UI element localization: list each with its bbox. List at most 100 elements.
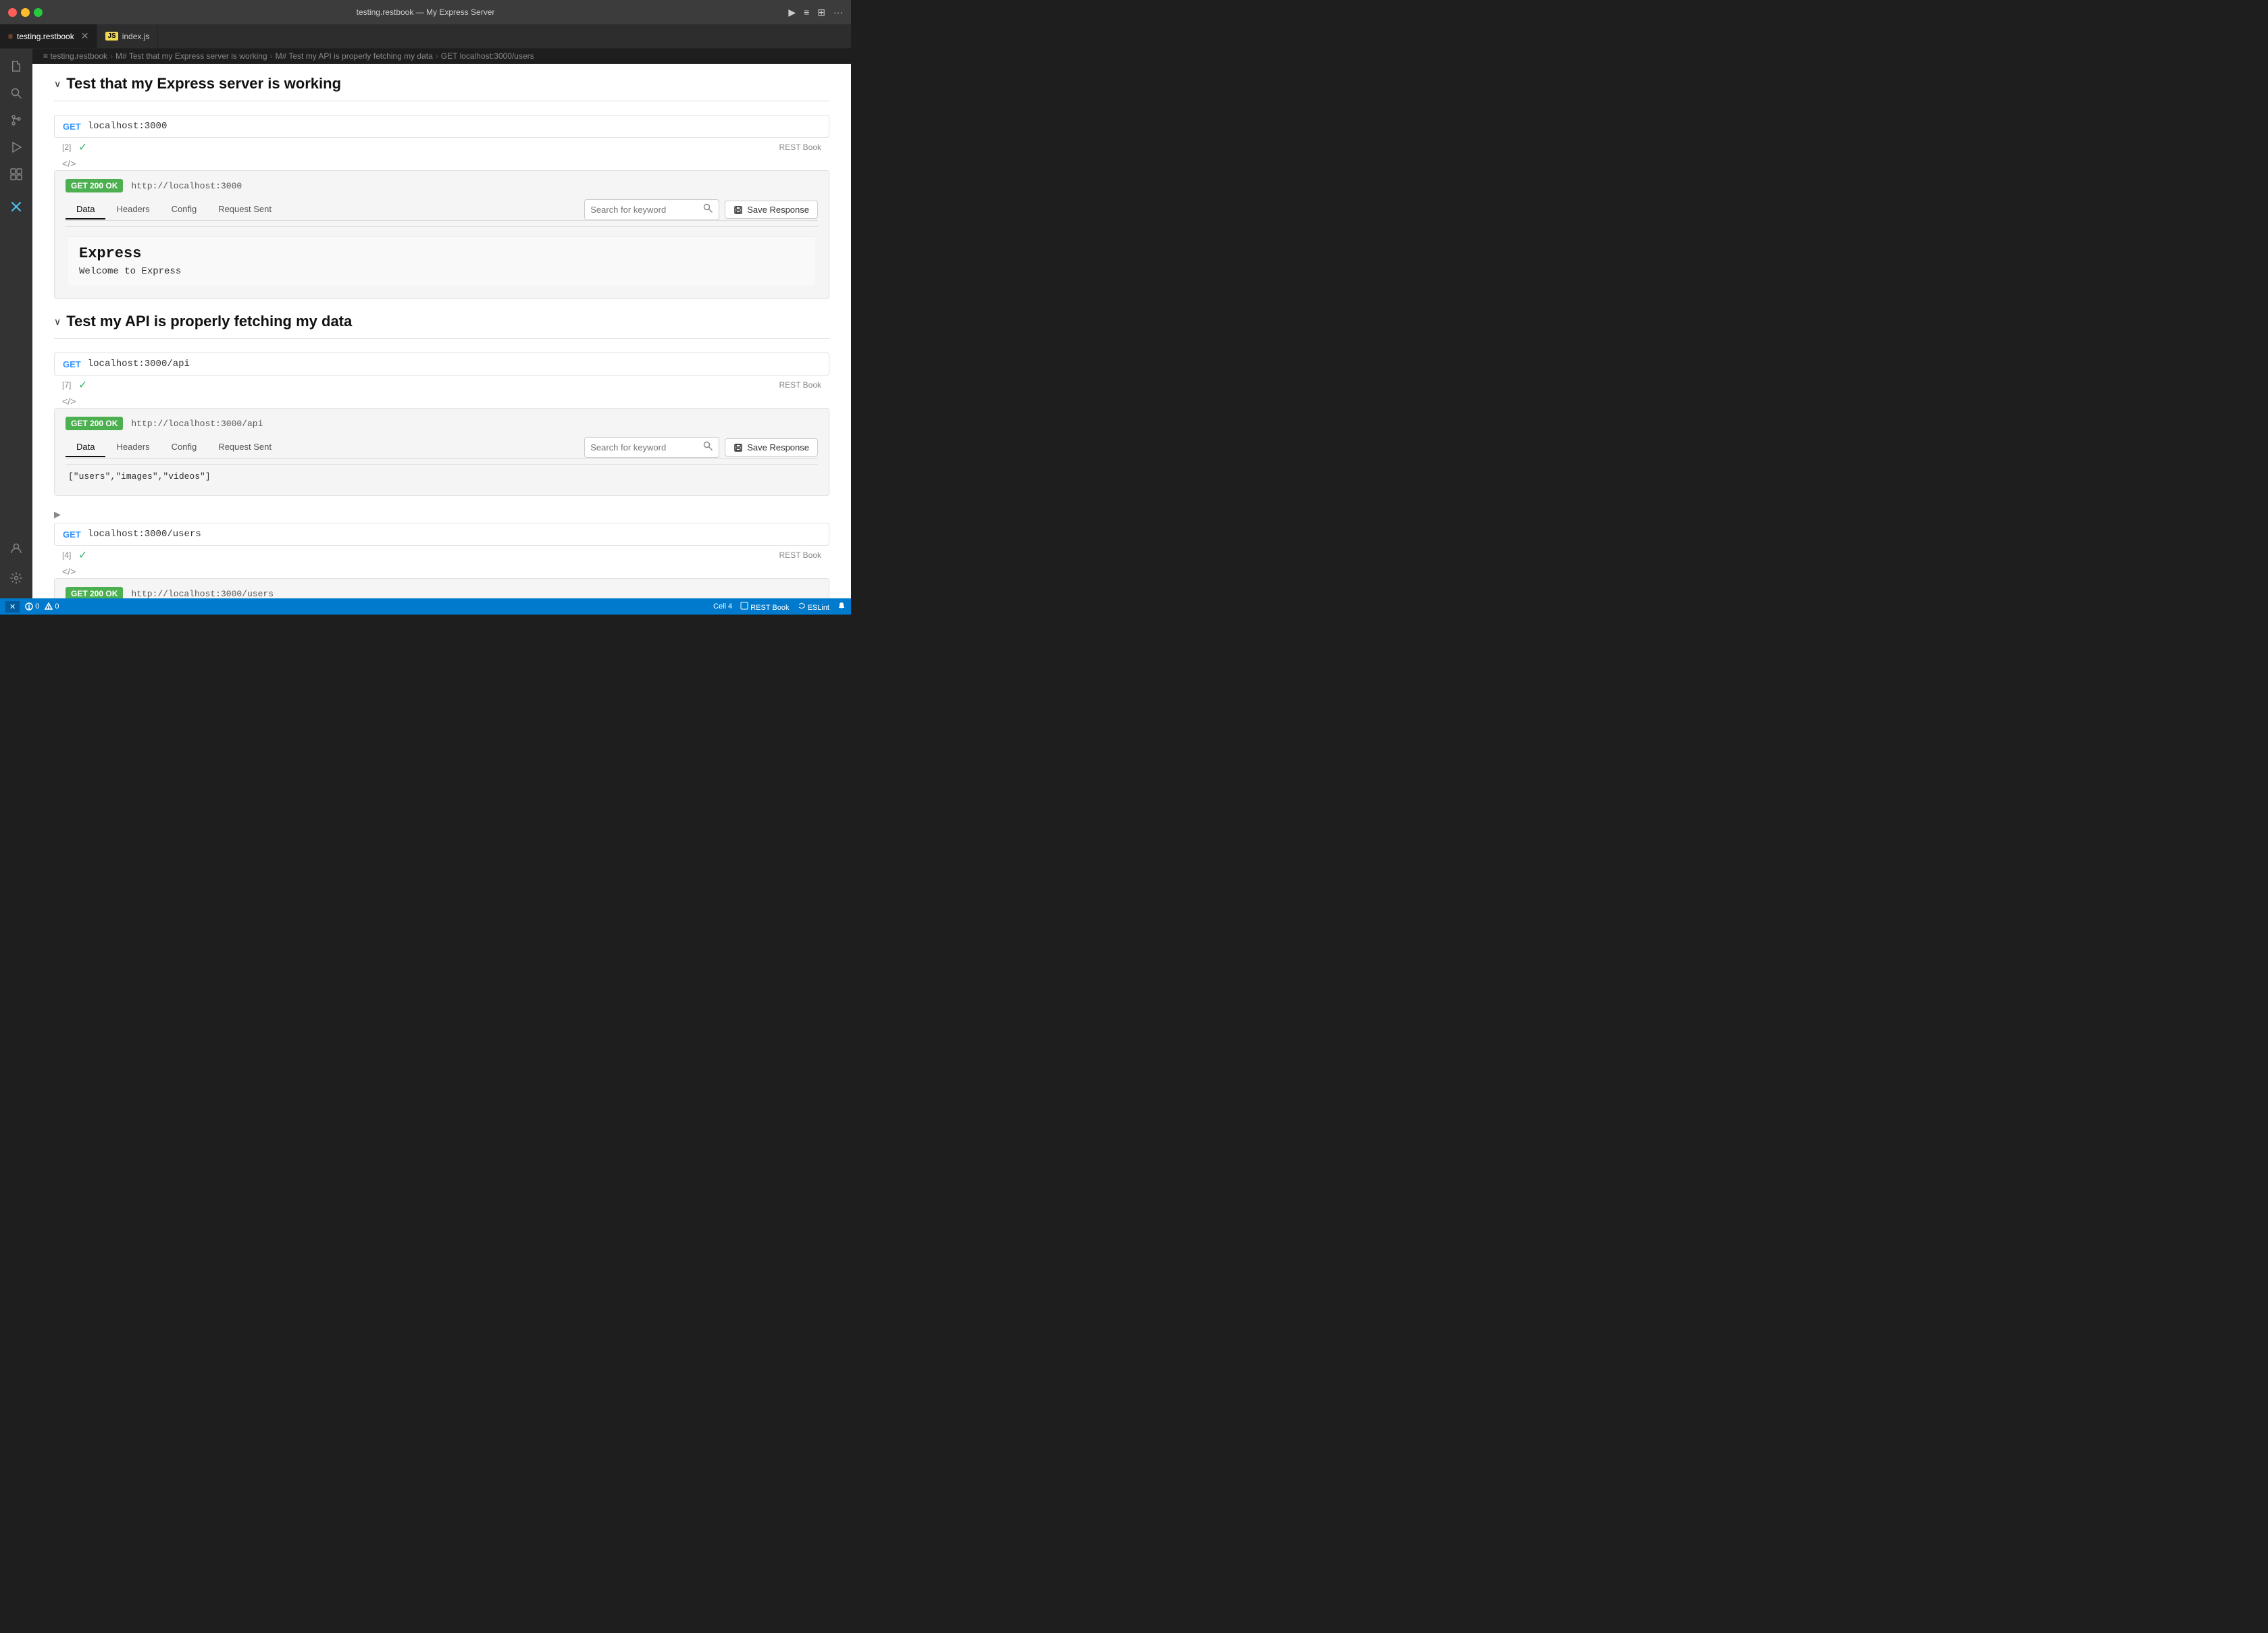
line-row-3: [4] ✓ REST Book <box>54 546 829 565</box>
express-title: Express <box>79 245 804 262</box>
status-warnings[interactable]: 0 <box>45 602 59 611</box>
minimize-button[interactable] <box>21 8 30 17</box>
activity-debug[interactable] <box>4 135 28 159</box>
response-status-row-2: GET 200 OK http://localhost:3000/api <box>66 417 818 430</box>
response-status-row-1: GET 200 OK http://localhost:3000 <box>66 179 818 192</box>
save-response-btn-1[interactable]: Save Response <box>725 201 818 219</box>
status-eslint[interactable]: ESLint <box>798 602 829 612</box>
close-button[interactable] <box>8 8 17 17</box>
activity-git[interactable] <box>4 108 28 132</box>
activity-bar <box>0 49 32 598</box>
breadcrumb-item-1[interactable]: ≡ testing.restbook <box>43 51 107 61</box>
tab-restbook-close[interactable]: ✕ <box>81 30 89 42</box>
activity-account[interactable] <box>4 536 28 561</box>
method-badge-2: GET <box>63 359 81 369</box>
method-badge-3: GET <box>63 529 81 540</box>
line-row-2: [7] ✓ REST Book <box>54 375 829 394</box>
request-url-3: localhost:3000/users <box>88 529 201 540</box>
section2-chevron[interactable]: ∨ <box>54 316 61 328</box>
activity-search[interactable] <box>4 81 28 105</box>
breadcrumb-item-2[interactable]: M# Test that my Express server is workin… <box>115 51 267 61</box>
response-tab-headers-1[interactable]: Headers <box>105 200 160 219</box>
warning-count: 0 <box>55 602 59 611</box>
tabs-bar: ≡ testing.restbook ✕ JS index.js <box>0 24 851 49</box>
activity-extensions[interactable] <box>4 162 28 186</box>
response-tab-data-2[interactable]: Data <box>66 438 105 457</box>
status-bell[interactable] <box>837 602 846 612</box>
response-tab-config-2[interactable]: Config <box>161 438 208 457</box>
response-data-text-2: ["users","images","videos"] <box>68 471 211 482</box>
play-btn-3[interactable]: ▶ <box>54 509 61 520</box>
section1-chevron[interactable]: ∨ <box>54 78 61 90</box>
status-restbook-label[interactable]: REST Book <box>740 602 789 612</box>
activity-bar-bottom <box>4 536 28 598</box>
response-tabs-1: Data Headers Config Request Sent <box>66 200 282 219</box>
response-tab-request-1[interactable]: Request Sent <box>207 200 282 219</box>
request-line-3: GET localhost:3000/users <box>54 523 829 546</box>
tab-index[interactable]: JS index.js <box>97 24 158 48</box>
window-title: testing.restbook — My Express Server <box>357 7 495 17</box>
status-check-3: ✓ <box>78 548 87 562</box>
line-row-1: [2] ✓ REST Book <box>54 138 829 157</box>
code-icon-1: </> <box>62 158 76 169</box>
status-check-2: ✓ <box>78 378 87 392</box>
search-btn-2[interactable] <box>702 440 713 455</box>
response-tab-request-2[interactable]: Request Sent <box>207 438 282 457</box>
status-ok-3: GET 200 OK <box>66 587 123 598</box>
js-tab-icon: JS <box>105 32 118 41</box>
code-icon-2: </> <box>62 396 76 407</box>
request-block-1: GET localhost:3000 [2] ✓ REST Book </> G… <box>54 115 829 299</box>
response-tabs-2: Data Headers Config Request Sent <box>66 438 282 457</box>
status-ok-1: GET 200 OK <box>66 179 123 192</box>
status-restbook-icon[interactable]: ✕ <box>5 601 20 613</box>
status-errors[interactable]: 0 <box>25 602 39 611</box>
run-icon[interactable]: ▶ <box>788 7 796 18</box>
status-cell[interactable]: Cell 4 <box>713 602 732 611</box>
status-ok-2: GET 200 OK <box>66 417 123 430</box>
tab-restbook[interactable]: ≡ testing.restbook ✕ <box>0 24 97 48</box>
tabs-search-row-2: Data Headers Config Request Sent <box>66 437 818 459</box>
list-icon[interactable]: ≡ <box>804 7 809 18</box>
code-icon-row-1: </> <box>54 157 829 170</box>
save-response-btn-2[interactable]: Save Response <box>725 438 818 457</box>
line-number-3: [4] <box>62 550 78 560</box>
search-input-2[interactable] <box>590 442 698 452</box>
response-data-1: Express Welcome to Express <box>66 226 818 290</box>
search-save-row-1: Save Response <box>584 199 818 220</box>
layout-icon[interactable]: ⊞ <box>817 7 825 18</box>
response-tab-data-1[interactable]: Data <box>66 200 105 219</box>
response-status-row-3: GET 200 OK http://localhost:3000/users <box>66 587 818 598</box>
title-bar-actions: ▶ ≡ ⊞ ··· <box>788 7 851 18</box>
more-icon[interactable]: ··· <box>833 7 843 18</box>
activity-restbook[interactable] <box>4 195 28 219</box>
request-line-2: GET localhost:3000/api <box>54 353 829 375</box>
maximize-button[interactable] <box>34 8 43 17</box>
activity-files[interactable] <box>4 54 28 78</box>
rest-book-label-1: REST Book <box>779 142 821 152</box>
search-wrapper-1 <box>584 199 719 220</box>
activity-settings[interactable] <box>4 566 28 590</box>
title-bar: testing.restbook — My Express Server ▶ ≡… <box>0 0 851 24</box>
breadcrumb: ≡ testing.restbook › M# Test that my Exp… <box>32 49 851 64</box>
express-welcome: Welcome to Express <box>79 266 804 277</box>
section1-title: Test that my Express server is working <box>66 75 341 93</box>
restbook-tab-icon: ≡ <box>8 32 13 41</box>
response-tab-config-1[interactable]: Config <box>161 200 208 219</box>
error-count: 0 <box>35 602 39 611</box>
status-left: ✕ 0 0 <box>5 601 59 613</box>
code-icon-row-2: </> <box>54 394 829 408</box>
status-x-icon: ✕ <box>9 602 16 611</box>
breadcrumb-item-3[interactable]: M# Test my API is properly fetching my d… <box>276 51 433 61</box>
content-area: ∨ Test that my Express server is working… <box>32 64 851 598</box>
section2-header: ∨ Test my API is properly fetching my da… <box>54 313 829 330</box>
rest-book-label-2: REST Book <box>779 380 821 390</box>
search-input-1[interactable] <box>590 205 698 215</box>
breadcrumb-item-4[interactable]: GET localhost:3000/users <box>441 51 534 61</box>
response-tab-headers-2[interactable]: Headers <box>105 438 160 457</box>
code-icon-row-3: </> <box>54 565 829 578</box>
cell-label: Cell 4 <box>713 602 732 611</box>
status-check-1: ✓ <box>78 140 87 154</box>
search-btn-1[interactable] <box>702 203 713 217</box>
tab-restbook-label: testing.restbook <box>17 32 74 41</box>
main-area: ≡ testing.restbook › M# Test that my Exp… <box>0 49 851 598</box>
